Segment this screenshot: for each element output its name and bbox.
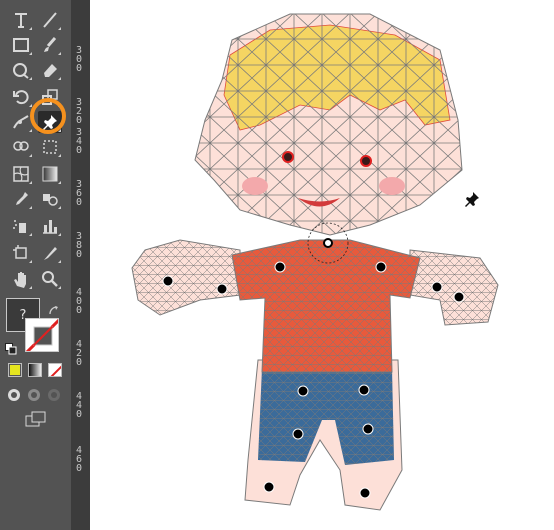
rotate-icon [13, 90, 29, 105]
tools-panel: ? [0, 0, 71, 530]
stroke-swatch[interactable] [25, 318, 59, 352]
screen-mode-button[interactable] [25, 411, 47, 427]
free-transform-tool[interactable] [38, 136, 62, 158]
screen-mode-icon [25, 411, 46, 427]
ruler-label: 340 [75, 127, 83, 156]
right-arm-mesh [410, 250, 498, 325]
gradient-icon [42, 166, 58, 182]
none-slash-icon [50, 365, 61, 376]
pin[interactable] [162, 275, 174, 287]
tool-highlight-circle [30, 98, 66, 134]
character-artwork[interactable] [90, 0, 554, 530]
pin[interactable] [453, 291, 465, 303]
ruler-label: 440 [75, 391, 83, 420]
symbol-sprayer-icon [13, 220, 26, 233]
right-eye [360, 155, 372, 167]
column-graph-icon [43, 220, 57, 234]
gradient-tool[interactable] [38, 163, 62, 185]
pin[interactable] [375, 261, 387, 273]
artboard-icon [13, 245, 27, 259]
pin[interactable] [358, 384, 370, 396]
line-icon [43, 12, 57, 28]
rectangle-icon [13, 38, 29, 52]
ruler-label: 380 [75, 231, 83, 260]
none-icon [26, 319, 58, 351]
ruler-label: 460 [75, 445, 83, 474]
type-icon [15, 13, 27, 28]
mesh-tool[interactable] [9, 163, 33, 185]
paintbrush-icon [44, 37, 57, 52]
type-tool[interactable] [9, 9, 33, 31]
rotate-tool[interactable] [9, 86, 33, 108]
pin[interactable] [431, 281, 443, 293]
zoom-icon [42, 271, 58, 287]
pin[interactable] [263, 481, 275, 493]
free-transform-icon [43, 140, 57, 154]
hand-tool[interactable] [9, 268, 33, 290]
draw-behind-button[interactable] [27, 387, 41, 401]
artboard-tool[interactable] [9, 242, 33, 264]
hand-icon [14, 272, 26, 288]
slice-icon [44, 247, 57, 260]
rectangle-tool[interactable] [9, 34, 33, 56]
left-arm-mesh [132, 240, 240, 315]
blend-tool[interactable] [38, 188, 62, 210]
blend-icon [43, 194, 58, 206]
draw-normal-icon [8, 389, 20, 401]
pushpin-cursor-icon [465, 192, 479, 207]
line-segment-tool[interactable] [38, 9, 62, 31]
pin[interactable] [274, 261, 286, 273]
yellow-color-icon [10, 365, 20, 375]
slice-tool[interactable] [38, 242, 62, 264]
draw-inside-icon [48, 389, 60, 401]
ruler-label: 300 [75, 45, 83, 74]
eyedropper-tool[interactable] [9, 188, 33, 210]
column-graph-tool[interactable] [38, 215, 62, 237]
pin[interactable] [297, 385, 309, 397]
width-icon [13, 115, 29, 129]
eraser-tool[interactable] [38, 59, 62, 81]
eraser-icon [44, 64, 57, 77]
shape-builder-icon [13, 141, 29, 151]
symbol-sprayer-tool[interactable] [9, 215, 33, 237]
pin[interactable] [292, 428, 304, 440]
swap-fill-stroke-icon[interactable] [49, 301, 59, 315]
pin[interactable] [359, 487, 371, 499]
ruler-label: 400 [75, 287, 83, 316]
draw-behind-icon [28, 389, 40, 401]
pin[interactable] [216, 283, 228, 295]
zoom-tool[interactable] [38, 268, 62, 290]
ruler-label: 320 [75, 97, 83, 126]
shaper-tool[interactable] [9, 59, 33, 81]
paintbrush-tool[interactable] [38, 34, 62, 56]
mesh-icon [13, 166, 29, 182]
selected-pin[interactable] [323, 238, 333, 248]
pants-mesh [258, 368, 394, 465]
artboard-canvas[interactable] [90, 0, 554, 530]
gradient-button[interactable] [28, 363, 42, 377]
shape-builder-tool[interactable] [9, 136, 33, 158]
color-button[interactable] [8, 363, 22, 377]
none-button[interactable] [48, 363, 62, 377]
draw-normal-button[interactable] [7, 387, 21, 401]
shirt-mesh [231, 239, 421, 373]
default-fill-stroke-icon[interactable] [5, 340, 17, 355]
pin[interactable] [362, 423, 374, 435]
left-cheek [242, 177, 268, 195]
ruler-label: 420 [75, 339, 83, 368]
right-cheek [379, 177, 405, 195]
draw-inside-button[interactable] [47, 387, 61, 401]
eyedropper-icon [16, 192, 28, 205]
ruler-label: 360 [75, 179, 83, 208]
shaper-icon [13, 63, 29, 79]
left-eye [282, 151, 294, 163]
